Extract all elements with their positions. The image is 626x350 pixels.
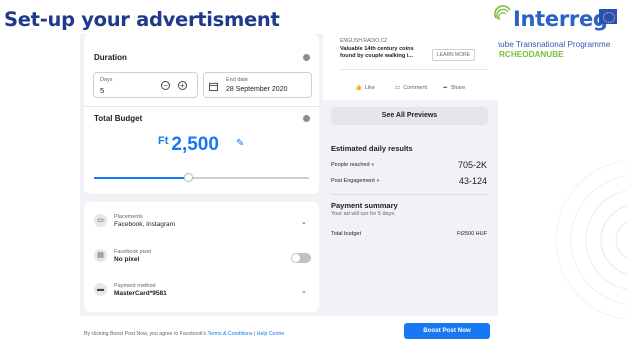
like-action[interactable]: 👍 Like	[355, 85, 375, 91]
duration-budget-card: Duration Days 5 − + End date 28 Septembe…	[84, 34, 319, 194]
decrease-days-button[interactable]: −	[161, 81, 170, 90]
settings-card: ▭ Placements Facebook, Instagram ⌄ ▤ Fac…	[84, 202, 319, 312]
share-action[interactable]: ➦ Share	[443, 85, 465, 91]
payment-summary-subtitle: Your ad will run for 5 days.	[331, 211, 396, 217]
payment-value: MasterCard*9581	[114, 290, 167, 297]
like-icon: 👍	[355, 85, 362, 91]
payment-summary-title: Payment summary	[331, 201, 398, 210]
budget-value: 2,500	[171, 134, 219, 155]
eu-flag-icon	[599, 9, 617, 24]
currency-symbol: Ft	[158, 135, 169, 147]
chevron-down-icon: ⌄	[301, 288, 307, 295]
post-engagement-value: 43-124	[458, 176, 487, 186]
end-date-value: 28 September 2020	[226, 86, 288, 93]
total-budget-label: Total budget	[331, 231, 361, 237]
preview-headline-1: Valuable 14th century coins	[340, 46, 414, 52]
comment-icon: ▭	[395, 85, 401, 91]
info-icon: ●	[376, 178, 380, 184]
preview-source: ENGLISH.RADIO.CZ	[340, 38, 388, 44]
footer-terms: By clicking Boost Post Now, you agree to…	[84, 331, 284, 337]
placements-value: Facebook, Instagram	[114, 221, 176, 228]
days-field[interactable]: Days 5 − +	[93, 72, 198, 98]
like-label: Like	[364, 85, 375, 91]
divider	[84, 106, 319, 107]
edit-pencil-icon[interactable]: ✎	[236, 138, 244, 149]
boost-post-screenshot: Duration Days 5 − + End date 28 Septembe…	[80, 34, 498, 350]
days-value: 5	[100, 86, 105, 95]
learn-more-button[interactable]: LEARN MORE	[432, 49, 476, 61]
share-label: Share	[450, 85, 466, 91]
footer-bar: By clicking Boost Post Now, you agree to…	[80, 316, 498, 350]
duration-info-icon[interactable]	[303, 54, 310, 61]
end-date-label: End date	[226, 77, 249, 83]
interreg-logo: Interreg anube Transnational Programme R…	[491, 4, 626, 66]
budget-slider-track[interactable]	[94, 177, 309, 179]
placements-label: Placements	[114, 214, 143, 220]
pixel-row: ▤ Facebook pixel No pixel	[84, 242, 319, 272]
pixel-value: No pixel	[114, 256, 140, 263]
pixel-toggle[interactable]	[291, 253, 311, 263]
comment-action[interactable]: ▭ Comment	[395, 85, 427, 91]
payment-label: Payment method	[114, 283, 156, 289]
info-icon: ●	[371, 162, 375, 168]
end-date-field[interactable]: End date 28 September 2020	[203, 72, 312, 98]
budget-amount[interactable]: Ft 2,500	[158, 134, 219, 156]
people-reached-text: People reached	[331, 162, 370, 168]
calendar-icon	[209, 82, 218, 91]
programme-name: anube Transnational Programme	[491, 40, 611, 49]
placements-row[interactable]: ▭ Placements Facebook, Instagram ⌄	[84, 202, 319, 236]
pixel-icon: ▤	[94, 249, 107, 262]
duration-title: Duration	[94, 53, 127, 62]
pixel-label: Facebook pixel	[114, 249, 151, 255]
boost-post-now-button[interactable]: Boost Post Now	[404, 323, 490, 339]
slide-title: Set-up your advertisment	[4, 8, 280, 31]
results-title: Estimated daily results	[331, 144, 413, 153]
people-reached-label: People reached ●	[331, 162, 374, 168]
budget-slider-fill	[94, 177, 189, 179]
budget-info-icon[interactable]	[303, 115, 310, 122]
terms-link[interactable]: Terms & Conditions	[207, 331, 252, 337]
budget-title: Total Budget	[94, 114, 143, 123]
post-engagement-text: Post Engagement	[331, 178, 375, 184]
divider	[340, 69, 488, 70]
see-all-previews-button[interactable]: See All Previews	[331, 107, 488, 125]
ad-preview: ENGLISH.RADIO.CZ Valuable 14th century c…	[323, 34, 498, 100]
interreg-wordmark: Interreg	[513, 7, 608, 31]
people-reached-value: 705-2K	[457, 160, 487, 170]
payment-method-row[interactable]: ▬ Payment method MasterCard*9581 ⌄	[84, 274, 319, 308]
divider	[331, 194, 488, 195]
days-label: Days	[100, 77, 113, 83]
post-engagement-label: Post Engagement ●	[331, 178, 380, 184]
payment-card-icon: ▬	[94, 283, 107, 296]
interreg-rings-icon	[494, 5, 511, 21]
share-icon: ➦	[443, 85, 448, 91]
decorative-circles	[556, 160, 626, 320]
help-centre-link[interactable]: Help Centre	[257, 331, 285, 337]
budget-slider-thumb[interactable]	[184, 173, 194, 182]
placements-icon: ▭	[94, 214, 107, 227]
increase-days-button[interactable]: +	[178, 81, 187, 90]
preview-headline-2: found by couple walking i...	[340, 53, 414, 59]
footer-prefix: By clicking Boost Post Now, you agree to…	[84, 331, 207, 337]
chevron-down-icon: ⌄	[301, 219, 307, 226]
project-name: RCHEODANUBE	[499, 50, 564, 59]
footer-separator: |	[253, 331, 256, 337]
comment-label: Comment	[403, 85, 428, 91]
total-budget-value: Ft2500 HUF	[457, 231, 487, 237]
